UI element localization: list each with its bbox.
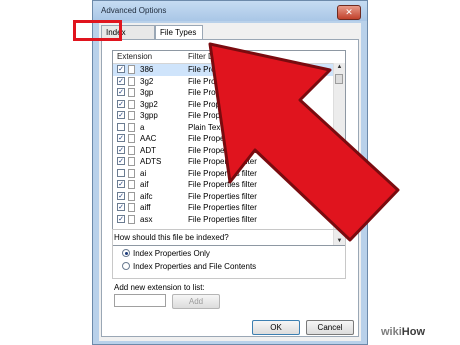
logo-how: How (401, 326, 426, 338)
red-pointer-arrow (208, 42, 400, 242)
wikihow-logo: wikiHow (378, 326, 429, 338)
logo-wiki: wiki (381, 326, 402, 338)
red-arrow-shape (208, 42, 400, 242)
